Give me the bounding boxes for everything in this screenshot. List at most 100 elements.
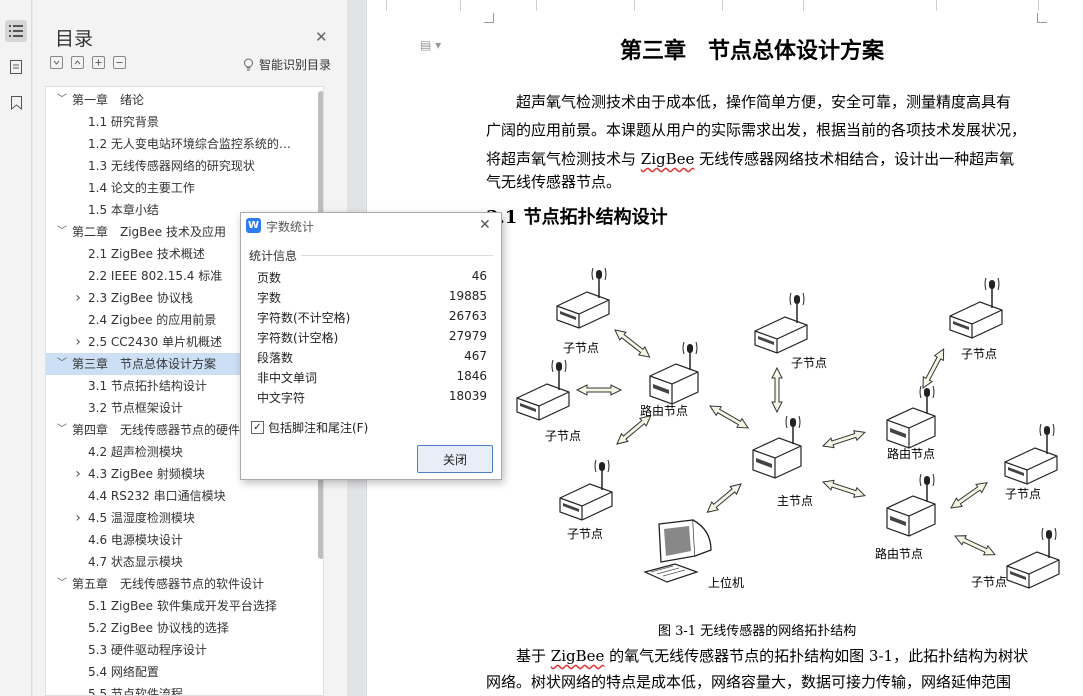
toc-close-icon[interactable]: ✕ [315, 28, 328, 46]
child-node-label: 子节点 [563, 341, 599, 355]
stat-value: 27979 [448, 329, 487, 343]
chevron-down-icon[interactable]: ﹀ [56, 89, 68, 111]
host-computer-icon [643, 519, 712, 583]
network-topology-diagram: 子节点 子节点 子节点 子节点 子节点 子节点 子节点 路由节点 路由节点 路由… [516, 267, 1060, 590]
stat-label: 字符数(计空格) [257, 331, 339, 345]
host-label: 上位机 [708, 575, 744, 590]
dialog-close-icon[interactable]: ✕ [479, 217, 491, 233]
toc-item-label: 5.4 网络配置 [88, 665, 159, 679]
stat-label: 中文字符 [257, 391, 306, 405]
child-node-label: 子节点 [971, 575, 1007, 589]
page-top-guides [366, 0, 1083, 12]
toc-section-item[interactable]: 5.1 ZigBee 软件集成开发平台选择 [46, 595, 308, 617]
chevron-right-icon[interactable]: › [72, 507, 84, 529]
toc-section-item[interactable]: › 4.5 温湿度检测模块 [46, 507, 308, 529]
toc-chapter-item[interactable]: ﹀ 第一章 绪论 [46, 89, 308, 111]
child-node-icon [1004, 423, 1058, 485]
chapter-title: 第三章 节点总体设计方案 [620, 38, 885, 64]
page-thumbnail-icon[interactable] [5, 56, 27, 78]
toc-item-label: 3.1 节点拓扑结构设计 [88, 379, 207, 393]
chevron-right-icon[interactable]: › [72, 331, 84, 353]
toc-item-label: 2.2 IEEE 802.15.4 标准 [88, 269, 223, 283]
collapse-all-icon[interactable] [50, 56, 63, 69]
toc-item-label: 3.2 节点框架设计 [88, 401, 183, 415]
main-node-label: 主节点 [777, 494, 813, 508]
toc-toolbar [50, 56, 126, 69]
stats-section-title: 统计信息 [249, 249, 298, 263]
stat-label: 段落数 [257, 351, 294, 365]
toc-item-label: 2.1 ZigBee 技术概述 [88, 247, 205, 261]
stat-value: 1846 [456, 369, 487, 383]
add-heading-icon[interactable] [92, 56, 105, 69]
document-options-icon[interactable]: ▤ ▾ [420, 38, 441, 52]
router-node-label: 路由节点 [887, 446, 935, 461]
toc-section-item[interactable]: 5.4 网络配置 [46, 661, 308, 683]
child-node-label: 子节点 [1005, 487, 1041, 501]
main-node-icon [752, 415, 802, 479]
child-node-icon [754, 292, 808, 354]
toc-section-item[interactable]: 4.4 RS232 串口通信模块 [46, 485, 308, 507]
toc-item-label: 4.2 超声检测模块 [88, 445, 183, 459]
chevron-down-icon[interactable]: ﹀ [56, 353, 68, 375]
toc-item-label: 第三章 节点总体设计方案 [72, 357, 217, 371]
close-button[interactable]: 关闭 [417, 445, 493, 473]
paragraph-line: 超声氧气检测技术由于成本低，操作简单方便，安全可靠，测量精度高具有 [486, 93, 1012, 111]
child-node-icon [559, 459, 613, 521]
toc-item-label: 2.5 CC2430 单片机概述 [88, 335, 223, 349]
section-title: 3.1 节点拓扑结构设计 [486, 207, 668, 228]
stat-row: 字符数(计空格) 27979 [257, 329, 487, 349]
router-node-icon [886, 473, 936, 537]
bookmark-icon[interactable] [5, 92, 27, 114]
chevron-down-icon[interactable]: ﹀ [56, 221, 68, 243]
expand-up-icon[interactable] [71, 56, 84, 69]
wps-logo-icon: W [246, 218, 261, 233]
smart-toc-button[interactable]: 智能识别目录 [243, 56, 331, 73]
toc-item-label: 第四章 无线传感器节点的硬件 [72, 423, 241, 437]
toc-item-label: 1.1 研究背景 [88, 115, 159, 129]
stat-value: 46 [471, 269, 487, 283]
stat-row: 段落数 467 [257, 349, 487, 369]
toc-chapter-item[interactable]: ﹀ 第五章 无线传感器节点的软件设计 [46, 573, 308, 595]
toc-section-item[interactable]: 1.2 无人变电站环境综合监控系统的研究... [46, 133, 308, 155]
toc-section-item[interactable]: 1.3 无线传感器网络的研究现状 [46, 155, 308, 177]
toc-section-item[interactable]: 5.3 硬件驱动程序设计 [46, 639, 308, 661]
toc-item-label: 1.3 无线传感器网络的研究现状 [88, 159, 255, 173]
router-node-icon [649, 341, 699, 405]
stat-label: 页数 [257, 271, 282, 285]
toc-item-label: 4.4 RS232 串口通信模块 [88, 489, 226, 503]
child-node-label: 子节点 [961, 347, 997, 361]
dialog-title-bar[interactable]: W 字数统计 ✕ [241, 213, 501, 239]
checkbox-label: 包括脚注和尾注(F) [268, 421, 369, 435]
section-divider [301, 255, 493, 256]
toc-section-item[interactable]: 5.2 ZigBee 协议栈的选择 [46, 617, 308, 639]
include-footnotes-checkbox[interactable]: ✓ 包括脚注和尾注(F) [251, 419, 368, 436]
checkbox-box[interactable]: ✓ [251, 421, 264, 434]
margin-corner-left [484, 13, 494, 23]
child-node-icon [949, 277, 1003, 339]
toc-item-label: 1.4 论文的主要工作 [88, 181, 195, 195]
toc-item-label: 5.5 节点软件流程 [88, 687, 183, 696]
toc-title: 目录 [55, 28, 94, 50]
chevron-down-icon[interactable]: ﹀ [56, 573, 68, 595]
toc-item-label: 2.3 ZigBee 协议栈 [88, 291, 193, 305]
chevron-right-icon[interactable]: › [72, 463, 84, 485]
dialog-title: 字数统计 [266, 220, 315, 234]
toc-panel-icon[interactable] [5, 20, 27, 42]
toc-item-label: 5.3 硬件驱动程序设计 [88, 643, 207, 657]
smart-toc-label: 智能识别目录 [259, 58, 332, 72]
remove-heading-icon[interactable] [113, 56, 126, 69]
toc-section-item[interactable]: 1.4 论文的主要工作 [46, 177, 308, 199]
stat-row: 字符数(不计空格) 26763 [257, 309, 487, 329]
chevron-right-icon[interactable]: › [72, 287, 84, 309]
toc-section-item[interactable]: 1.1 研究背景 [46, 111, 308, 133]
toc-item-label: 第一章 绪论 [72, 93, 145, 107]
stat-row: 中文字符 18039 [257, 389, 487, 409]
toc-section-item[interactable]: 5.5 节点软件流程 [46, 683, 308, 696]
toc-item-label: 4.5 温湿度检测模块 [88, 511, 195, 525]
child-node-icon [1006, 527, 1060, 589]
toc-section-item[interactable]: 4.6 电源模块设计 [46, 529, 308, 551]
toc-item-label: 5.1 ZigBee 软件集成开发平台选择 [88, 599, 277, 613]
paragraph-line: 广阔的应用前景。本课题从用户的实际需求出发，根据当前的各项技术发展状况， [486, 121, 1027, 139]
chevron-down-icon[interactable]: ﹀ [56, 419, 68, 441]
toc-section-item[interactable]: 4.7 状态显示模块 [46, 551, 308, 573]
